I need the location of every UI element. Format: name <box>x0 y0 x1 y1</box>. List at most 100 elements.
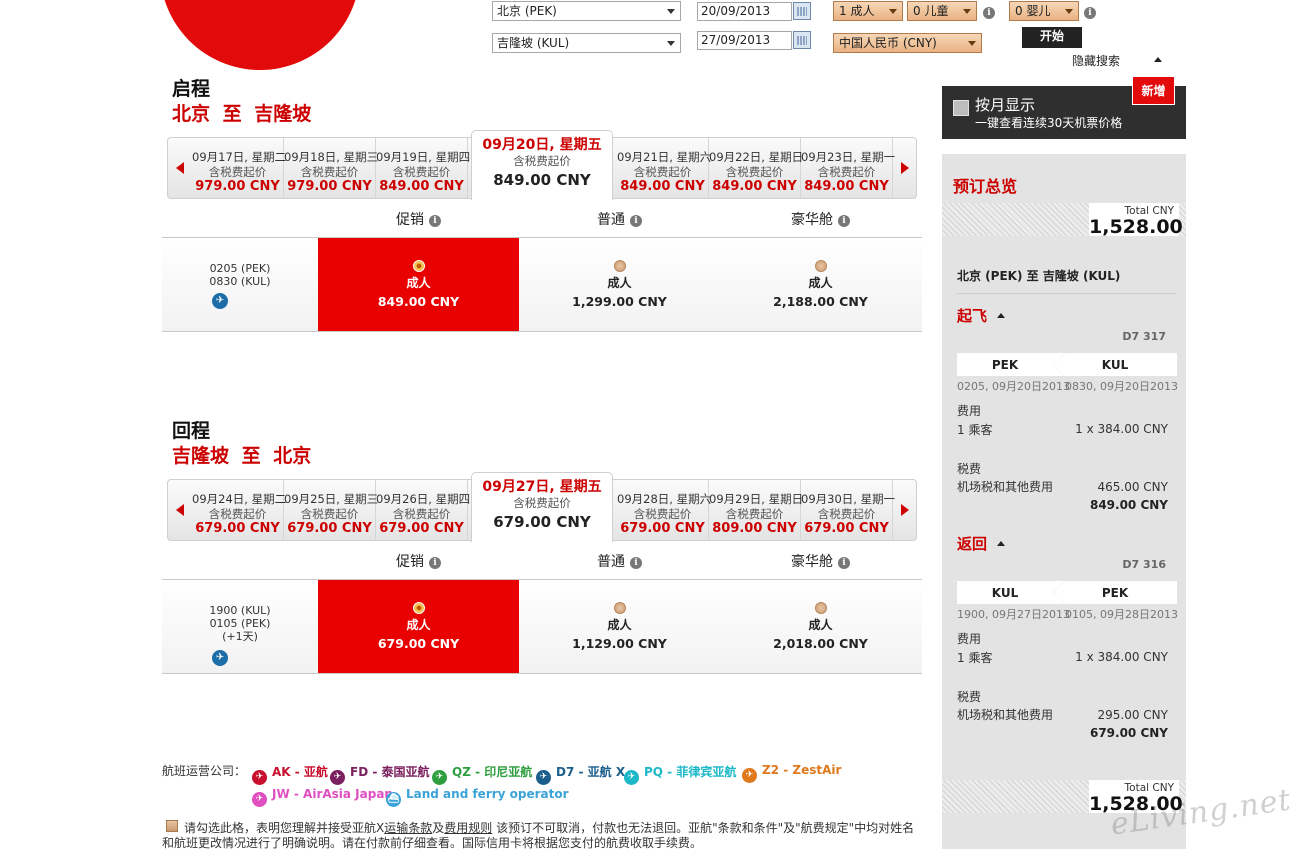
collapse-up-icon[interactable] <box>1154 57 1162 62</box>
depart-date-input[interactable]: 20/09/2013 <box>697 2 792 21</box>
infants-value: 0 婴儿 <box>1015 4 1051 18</box>
airasia-logo[interactable] <box>160 0 360 70</box>
date-tab[interactable]: 09月18日, 星期三 含税费起价 979.00 CNY <box>284 138 378 198</box>
fare-option-economy[interactable]: 成人 1,129.00 CNY <box>519 580 720 673</box>
fare-radio[interactable] <box>613 602 626 614</box>
divider <box>957 293 1177 294</box>
flight-details-icon[interactable]: ✈ <box>212 293 228 309</box>
origin-select[interactable]: 北京 (PEK) <box>492 1 681 21</box>
calendar-icon <box>953 100 969 116</box>
info-icon[interactable]: i <box>429 557 441 569</box>
flight-number: D7 316 <box>1122 558 1166 571</box>
chevron-down-icon <box>968 41 976 46</box>
info-icon[interactable]: i <box>983 7 995 19</box>
fare-radio[interactable] <box>412 602 425 614</box>
fare-option-premium[interactable]: 成人 2,018.00 CNY <box>720 580 921 673</box>
prev-dates-button[interactable] <box>168 138 192 198</box>
monthly-subtitle: 一键查看连续30天机票价格 <box>975 116 1123 130</box>
collapse-up-icon[interactable] <box>997 541 1005 546</box>
selected-date-tab[interactable]: 09月27日, 星期五 含税费起价 679.00 CNY <box>471 472 613 542</box>
date-tab[interactable]: 09月21日, 星期六 含税费起价 849.00 CNY <box>617 138 711 198</box>
selected-date-tab[interactable]: 09月20日, 星期五 含税费起价 849.00 CNY <box>471 130 613 200</box>
tax-item: 机场税和其他费用 <box>957 480 1054 494</box>
plane-icon: ✈ <box>624 770 639 785</box>
return-date-input[interactable]: 27/09/2013 <box>697 31 792 50</box>
prev-dates-button[interactable] <box>168 480 192 540</box>
children-value: 0 儿童 <box>913 4 949 18</box>
tax-amount: 295.00 CNY <box>1097 708 1169 722</box>
depart-leg-title[interactable]: 起飞 <box>957 305 987 326</box>
tax-label: 税费 <box>957 690 982 704</box>
carriage-terms-link[interactable]: 运输条款 <box>384 821 432 835</box>
calendar-icon[interactable] <box>793 31 811 49</box>
date-tab[interactable]: 09月24日, 星期二 含税费起价 679.00 CNY <box>192 480 286 540</box>
outbound-title: 启程 <box>172 78 211 100</box>
class-economy-header: 普通 i <box>597 209 642 229</box>
fare-option-economy[interactable]: 成人 1,299.00 CNY <box>519 238 720 331</box>
route-ports: PEK KUL <box>957 353 1177 376</box>
route-ports: KUL PEK <box>957 581 1177 604</box>
fare-radio[interactable] <box>814 602 827 614</box>
date-tab[interactable]: 09月23日, 星期一 含税费起价 849.00 CNY <box>801 138 895 198</box>
accept-terms-checkbox[interactable] <box>166 820 178 832</box>
info-icon[interactable]: i <box>838 215 850 227</box>
return-leg-title[interactable]: 返回 <box>957 533 987 554</box>
fare-amount: 1 x 384.00 CNY <box>1075 650 1168 664</box>
info-icon[interactable]: i <box>630 557 642 569</box>
date-tab[interactable]: 09月30日, 星期一 含税费起价 679.00 CNY <box>801 480 895 540</box>
arrow-right-icon <box>901 504 909 516</box>
date-tab[interactable]: 09月17日, 星期二 含税费起价 979.00 CNY <box>192 138 286 198</box>
children-select[interactable]: 0 儿童 <box>907 1 977 21</box>
plane-icon: ✈ <box>536 770 551 785</box>
flight-details-icon[interactable]: ✈ <box>212 650 228 666</box>
inbound-flight-row: 1900 (KUL) 0105 (PEK) (+1天) ✈ 成人 679.00 C… <box>162 579 922 674</box>
adults-value: 1 成人 <box>839 4 875 18</box>
date-tab[interactable]: 09月28日, 星期六 含税费起价 679.00 CNY <box>617 480 711 540</box>
plane-icon: ✈ <box>252 792 267 807</box>
from-time: 1900, 09月27日2013 <box>957 608 1070 621</box>
infants-select[interactable]: 0 婴儿 <box>1009 1 1079 21</box>
info-icon[interactable]: i <box>429 215 441 227</box>
fare-radio[interactable] <box>412 260 425 272</box>
date-tab[interactable]: 09月29日, 星期日 含税费起价 809.00 CNY <box>709 480 803 540</box>
destination-select[interactable]: 吉隆坡 (KUL) <box>492 33 681 53</box>
fare-radio[interactable] <box>613 260 626 272</box>
search-go-button[interactable]: 开始 <box>1022 27 1082 48</box>
fare-option-premium[interactable]: 成人 2,188.00 CNY <box>720 238 921 331</box>
booking-summary-panel: 预订总览 Total CNY 1,528.00 北京 (PEK) 至 吉隆坡 (… <box>942 154 1186 849</box>
summary-title: 预订总览 <box>953 177 1018 196</box>
carrier-qz: ✈ QZ - 印尼亚航 <box>432 763 532 785</box>
info-icon[interactable]: i <box>1084 7 1096 19</box>
collapse-up-icon[interactable] <box>997 313 1005 318</box>
flight-times: 0205 (PEK) 0830 (KUL) <box>190 262 290 288</box>
currency-value: 中国人民币 (CNY) <box>839 36 937 50</box>
fare-option-promo[interactable]: 成人 849.00 CNY <box>318 238 519 331</box>
date-tab[interactable]: 09月26日, 星期四 含税费起价 679.00 CNY <box>376 480 470 540</box>
adults-select[interactable]: 1 成人 <box>833 1 903 21</box>
next-dates-button[interactable] <box>893 138 917 198</box>
chevron-down-icon <box>1065 9 1073 14</box>
currency-select[interactable]: 中国人民币 (CNY) <box>833 33 982 53</box>
fare-option-promo[interactable]: 成人 679.00 CNY <box>318 580 519 673</box>
info-icon[interactable]: i <box>838 557 850 569</box>
fare-radio[interactable] <box>814 260 827 272</box>
outbound-flight-row: 0205 (PEK) 0830 (KUL) ✈ 成人 849.00 CNY 成人 1… <box>162 237 922 332</box>
fee-rules-link[interactable]: 费用规则 <box>444 821 492 835</box>
info-icon[interactable]: i <box>630 215 642 227</box>
carrier-pq: ✈ PQ - 菲律宾亚航 <box>624 763 736 785</box>
outbound-route: 北京 至 吉隆坡 <box>172 103 312 125</box>
class-promo-header: 促销 i <box>396 209 441 229</box>
carrier-land-ferry: ⛴ Land and ferry operator <box>386 787 569 807</box>
arrival-time: 0830 (KUL) <box>209 275 271 288</box>
inbound-route: 吉隆坡 至 北京 <box>172 445 312 467</box>
carrier-jw: ✈ JW - AirAsia Japan <box>252 787 393 807</box>
passenger-count: 1 乘客 <box>957 423 993 437</box>
to-port: KUL <box>1101 358 1129 372</box>
date-tab[interactable]: 09月22日, 星期日 含税费起价 849.00 CNY <box>709 138 803 198</box>
next-dates-button[interactable] <box>893 480 917 540</box>
hide-search-link[interactable]: 隐藏搜索 <box>1072 52 1120 69</box>
calendar-icon[interactable] <box>793 2 811 20</box>
from-time: 0205, 09月20日2013 <box>957 380 1070 393</box>
date-tab[interactable]: 09月25日, 星期三 含税费起价 679.00 CNY <box>284 480 378 540</box>
date-tab[interactable]: 09月19日, 星期四 含税费起价 849.00 CNY <box>376 138 470 198</box>
